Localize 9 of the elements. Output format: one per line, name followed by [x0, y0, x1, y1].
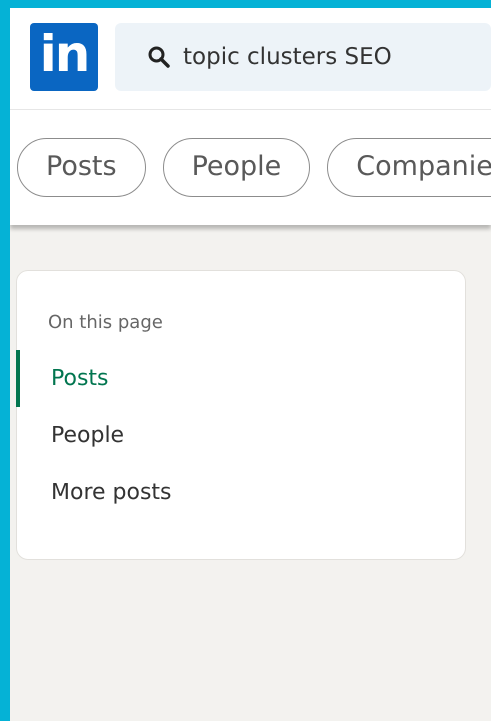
- nav-link[interactable]: Posts: [16, 350, 464, 407]
- logo[interactable]: in: [30, 23, 98, 91]
- nav-heading: On this page: [47, 311, 164, 335]
- filter-pill[interactable]: Companie: [327, 138, 491, 197]
- nav-link[interactable]: People: [16, 407, 464, 464]
- search-field[interactable]: topic clusters SEO: [115, 23, 491, 91]
- filter-pill[interactable]: People: [162, 138, 310, 197]
- nav-link[interactable]: More posts: [16, 464, 464, 521]
- filter-pill[interactable]: Posts: [17, 138, 146, 197]
